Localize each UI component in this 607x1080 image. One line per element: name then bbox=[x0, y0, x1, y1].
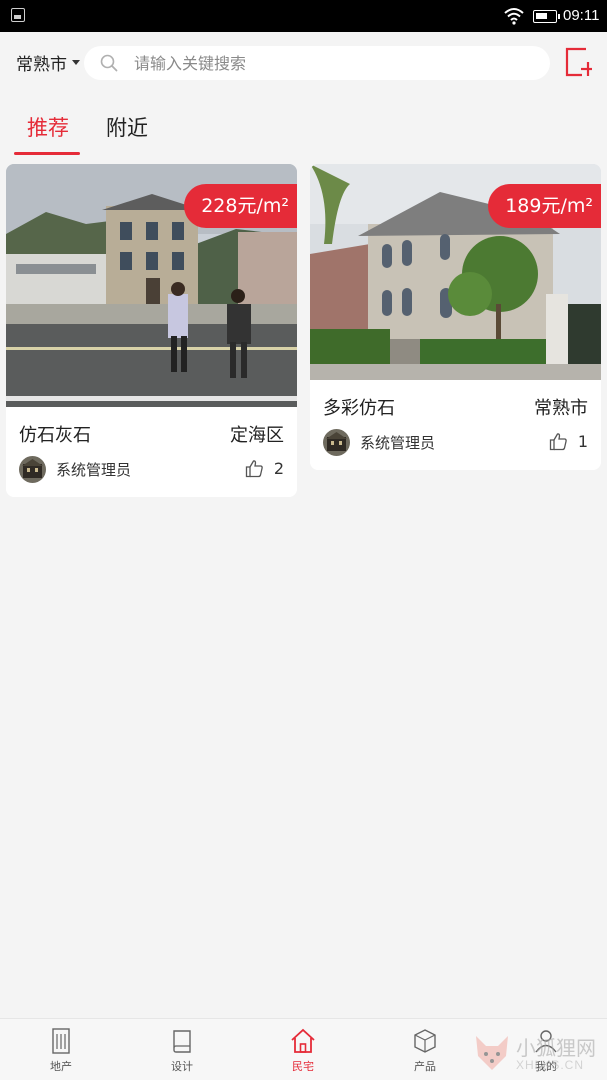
nav-item-design[interactable]: 设计 bbox=[142, 1027, 222, 1074]
search-icon bbox=[100, 54, 118, 72]
building-icon bbox=[52, 1028, 70, 1054]
price-tag: 189元/m² bbox=[488, 184, 601, 228]
like-button[interactable]: 1 bbox=[549, 432, 588, 451]
top-bar: 常熟市 bbox=[0, 32, 607, 94]
listing-photo[interactable]: 189元/m² bbox=[310, 164, 601, 380]
price-tag: 228元/m² bbox=[184, 184, 297, 228]
author-name: 系统管理员 bbox=[56, 461, 132, 479]
city-label: 常熟市 bbox=[16, 55, 67, 75]
tab-bar: 推荐 附近 bbox=[0, 100, 607, 156]
avatar bbox=[19, 456, 46, 483]
like-count: 2 bbox=[273, 459, 284, 478]
nav-item-products[interactable]: 产品 bbox=[385, 1027, 465, 1074]
listing-name: 仿石灰石 bbox=[19, 425, 91, 446]
listing-author[interactable]: 系统管理员 bbox=[323, 429, 435, 456]
book-icon bbox=[173, 1030, 191, 1053]
add-post-icon[interactable] bbox=[564, 46, 592, 78]
listing-district: 常熟市 bbox=[534, 398, 588, 419]
avatar bbox=[323, 429, 350, 456]
nav-item-house[interactable]: 民宅 bbox=[263, 1027, 343, 1074]
battery-icon bbox=[533, 10, 560, 23]
city-selector[interactable]: 常熟市 bbox=[16, 50, 80, 75]
like-button[interactable]: 2 bbox=[245, 459, 284, 478]
status-bar: 09:11 bbox=[0, 0, 607, 32]
nav-label: 设计 bbox=[171, 1060, 193, 1073]
nav-label: 产品 bbox=[414, 1060, 436, 1073]
watermark-text: 小狐狸网 bbox=[516, 1036, 596, 1060]
watermark-sub: XHLKS.CN bbox=[516, 1058, 585, 1072]
nav-item-realestate[interactable]: 地产 bbox=[21, 1027, 101, 1074]
listing-author[interactable]: 系统管理员 bbox=[19, 456, 131, 483]
tab-recommend[interactable]: 推荐 bbox=[27, 112, 69, 142]
status-time: 09:11 bbox=[563, 7, 600, 24]
search-box[interactable] bbox=[84, 46, 550, 80]
tab-active-indicator bbox=[14, 152, 80, 155]
box-icon bbox=[414, 1029, 436, 1053]
nav-label: 地产 bbox=[50, 1060, 72, 1073]
tab-nearby[interactable]: 附近 bbox=[106, 112, 148, 142]
author-name: 系统管理员 bbox=[360, 434, 436, 452]
thumbs-up-icon bbox=[245, 460, 263, 478]
notification-app-icon bbox=[11, 8, 25, 22]
nav-label: 民宅 bbox=[292, 1060, 314, 1073]
listing-card[interactable]: 228元/m² 仿石灰石 定海区 系统管理员 2 bbox=[6, 164, 297, 497]
watermark: 小狐狸网 XHLKS.CN bbox=[470, 1030, 607, 1080]
like-count: 1 bbox=[577, 432, 588, 451]
caret-down-icon bbox=[72, 60, 80, 65]
fox-logo-icon bbox=[476, 1036, 508, 1070]
listing-district: 定海区 bbox=[230, 425, 284, 446]
house-icon bbox=[291, 1028, 315, 1053]
listing-card[interactable]: 189元/m² 多彩仿石 常熟市 系统管理员 1 bbox=[310, 164, 601, 470]
search-input[interactable] bbox=[134, 46, 534, 80]
wifi-icon bbox=[504, 8, 524, 25]
listing-photo[interactable]: 228元/m² bbox=[6, 164, 297, 407]
listing-name: 多彩仿石 bbox=[323, 398, 395, 419]
thumbs-up-icon bbox=[549, 433, 567, 451]
